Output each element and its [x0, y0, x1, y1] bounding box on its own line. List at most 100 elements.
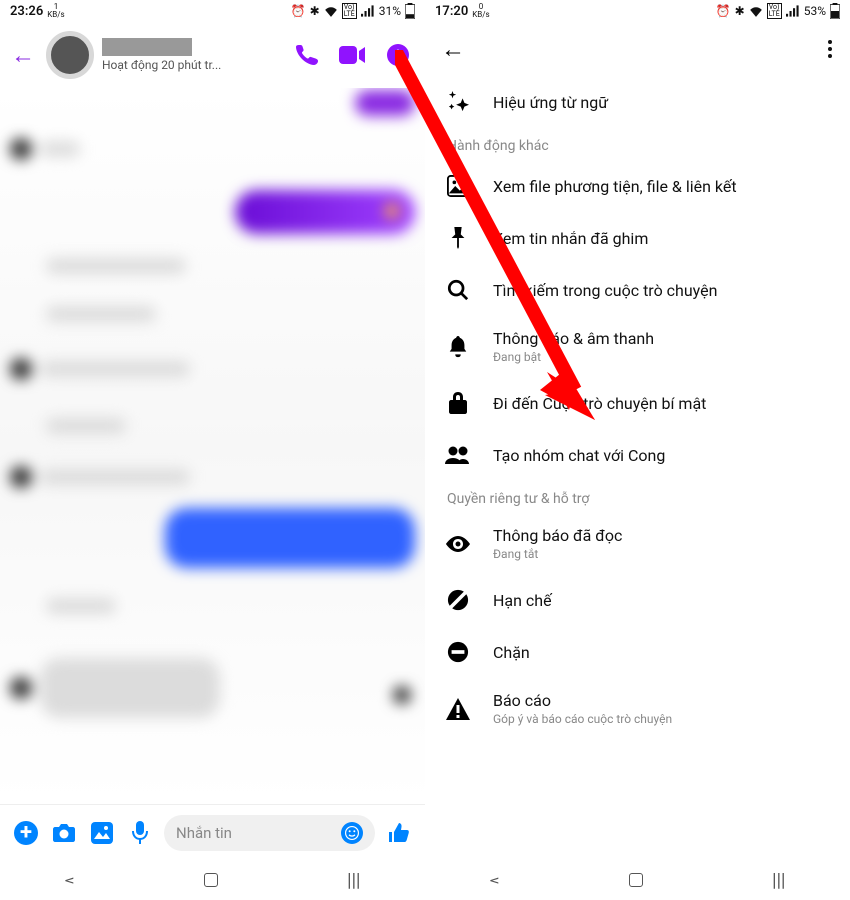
alarm-icon: ⏰ — [291, 4, 306, 18]
row-label: Hiệu ứng từ ngữ — [493, 93, 834, 112]
row-restrict[interactable]: Hạn chế — [431, 574, 850, 626]
restrict-icon — [445, 587, 471, 613]
volte-icon: Vo)LTE — [767, 3, 782, 19]
chat-header: ← Hoạt động 20 phút tr... i — [0, 22, 425, 88]
seen-avatar-icon — [393, 686, 411, 704]
composer: + Nhắn tin — [0, 804, 425, 860]
row-pinned-messages[interactable]: Xem tin nhắn đã ghim — [431, 212, 850, 264]
nav-recent[interactable]: ||| — [772, 870, 785, 891]
back-button[interactable]: ← — [435, 31, 471, 67]
row-sublabel: Đang tắt — [493, 547, 834, 561]
nav-recent[interactable]: ||| — [347, 870, 360, 891]
wifi-icon — [749, 5, 763, 17]
android-navbar: < ||| — [425, 860, 850, 900]
android-navbar: < ||| — [0, 860, 425, 900]
incoming-bubble — [10, 658, 220, 718]
activity-status: Hoạt động 20 phút tr... — [102, 58, 279, 72]
settings-list[interactable]: Hiệu ứng từ ngữ Hành động khác Xem file … — [425, 76, 850, 860]
incoming-bubble — [46, 306, 156, 322]
status-right: ⏰ ✱ Vo)LTE 53% — [716, 3, 840, 19]
info-button[interactable]: i — [379, 36, 417, 74]
people-icon — [445, 442, 471, 468]
pin-icon — [445, 225, 471, 251]
incoming-bubble — [46, 418, 126, 434]
video-call-button[interactable] — [333, 36, 371, 74]
avatar[interactable] — [46, 31, 94, 79]
block-icon — [445, 639, 471, 665]
eye-icon — [445, 531, 471, 557]
row-label: Đi đến Cuộc trò chuyện bí mật — [493, 394, 834, 413]
nav-back[interactable]: < — [65, 872, 75, 889]
alarm-icon: ⏰ — [716, 4, 731, 18]
row-create-group[interactable]: Tạo nhóm chat với Cong — [431, 429, 850, 481]
chat-screen: 23:26 1KB/s ⏰ ✱ Vo)LTE 31% ← Hoạt động 2… — [0, 0, 425, 900]
signal-icon — [361, 5, 375, 17]
row-report[interactable]: Báo cáo Góp ý và báo cáo cuộc trò chuyện — [431, 678, 850, 739]
row-sublabel: Đang bật — [493, 350, 834, 364]
outgoing-bubble — [165, 508, 415, 568]
emoji-button[interactable] — [341, 822, 363, 844]
row-read-receipts[interactable]: Thông báo đã đọc Đang tắt — [431, 513, 850, 574]
row-label: Thông báo đã đọc — [493, 526, 834, 545]
row-word-effects[interactable]: Hiệu ứng từ ngữ — [431, 76, 850, 128]
clock: 23:26 — [10, 4, 43, 19]
like-button[interactable] — [385, 819, 413, 847]
row-label: Tạo nhóm chat với Cong — [493, 446, 834, 465]
placeholder: Nhắn tin — [176, 824, 232, 842]
settings-screen: 17:20 0KB/s ⏰ ✱ Vo)LTE 53% ← — [425, 0, 850, 900]
status-left: 17:20 0KB/s — [435, 3, 490, 19]
outgoing-bubble — [235, 190, 415, 234]
row-label: Thông báo & âm thanh — [493, 329, 834, 348]
nav-back[interactable]: < — [490, 872, 500, 889]
row-secret-conversation[interactable]: Đi đến Cuộc trò chuyện bí mật — [431, 377, 850, 429]
chat-body[interactable] — [0, 88, 425, 804]
gallery-button[interactable] — [88, 819, 116, 847]
sparkle-icon — [445, 89, 471, 115]
row-media-files[interactable]: Xem file phương tiện, file & liên kết — [431, 160, 850, 212]
section-header-privacy: Quyền riêng tư & hỗ trợ — [431, 481, 850, 513]
row-label: Báo cáo — [493, 691, 834, 710]
row-label: Hạn chế — [493, 591, 834, 610]
battery-text: 31% — [379, 4, 401, 18]
contact-info[interactable]: Hoạt động 20 phút tr... — [102, 38, 279, 72]
settings-header: ← — [425, 22, 850, 76]
nav-home[interactable] — [204, 873, 218, 887]
back-button[interactable]: ← — [8, 40, 38, 70]
net-speed: 0KB/s — [472, 3, 489, 19]
row-label: Xem tin nhắn đã ghim — [493, 229, 834, 248]
status-bar-right: 17:20 0KB/s ⏰ ✱ Vo)LTE 53% — [425, 0, 850, 22]
search-icon — [445, 277, 471, 303]
incoming-bubble — [10, 138, 80, 160]
voice-call-button[interactable] — [287, 36, 325, 74]
incoming-bubble — [46, 258, 186, 274]
row-label: Chặn — [493, 643, 834, 662]
row-notifications-sound[interactable]: Thông báo & âm thanh Đang bật — [431, 316, 850, 377]
message-input[interactable]: Nhắn tin — [164, 815, 375, 851]
battery-icon — [405, 3, 415, 19]
status-right: ⏰ ✱ Vo)LTE 31% — [291, 3, 415, 19]
incoming-bubble — [10, 358, 190, 380]
photo-icon — [445, 173, 471, 199]
status-bar-left: 23:26 1KB/s ⏰ ✱ Vo)LTE 31% — [0, 0, 425, 22]
status-left: 23:26 1KB/s — [10, 3, 65, 19]
bell-icon — [445, 334, 471, 360]
warning-icon — [445, 696, 471, 722]
clock: 17:20 — [435, 4, 468, 19]
row-search-conversation[interactable]: Tìm kiếm trong cuộc trò chuyện — [431, 264, 850, 316]
battery-icon — [830, 3, 840, 19]
volte-icon: Vo)LTE — [342, 3, 357, 19]
voice-button[interactable] — [126, 819, 154, 847]
row-block[interactable]: Chặn — [431, 626, 850, 678]
camera-button[interactable] — [50, 819, 78, 847]
contact-name-redacted — [102, 38, 192, 56]
nav-home[interactable] — [629, 873, 643, 887]
outgoing-bubble — [355, 90, 415, 116]
bluetooth-icon: ✱ — [310, 4, 320, 18]
row-sublabel: Góp ý và báo cáo cuộc trò chuyện — [493, 712, 834, 726]
more-options-button[interactable] — [820, 40, 840, 58]
bluetooth-icon: ✱ — [735, 4, 745, 18]
more-actions-button[interactable]: + — [12, 819, 40, 847]
net-speed: 1KB/s — [47, 3, 64, 19]
row-label: Tìm kiếm trong cuộc trò chuyện — [493, 281, 834, 300]
signal-icon — [786, 5, 800, 17]
